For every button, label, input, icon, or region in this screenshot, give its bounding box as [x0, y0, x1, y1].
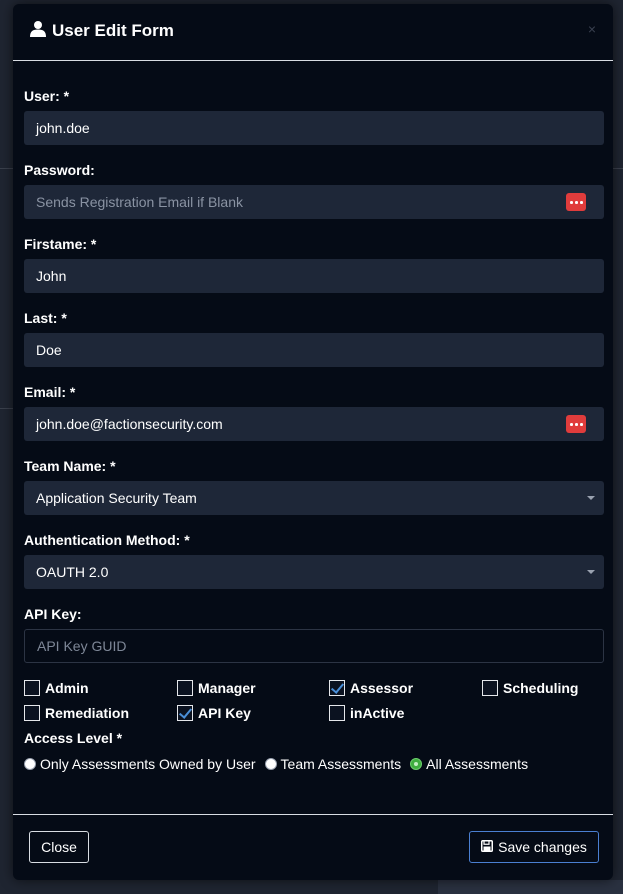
close-button[interactable]: Close: [29, 831, 89, 863]
checkbox[interactable]: [24, 680, 40, 696]
apikey-placeholder: API Key GUID: [37, 638, 127, 654]
role-label: API Key: [198, 705, 251, 721]
team-label: Team Name: *: [24, 458, 116, 474]
user-input[interactable]: john.doe: [24, 111, 604, 145]
role-checkbox-admin[interactable]: Admin: [24, 680, 89, 696]
role-label: Remediation: [45, 705, 130, 721]
save-button-label: Save changes: [498, 839, 587, 855]
role-checkbox-scheduling[interactable]: Scheduling: [482, 680, 578, 696]
background-panel: [438, 880, 623, 894]
lastname-input[interactable]: Doe: [24, 333, 604, 367]
role-checkbox-apikey[interactable]: API Key: [177, 705, 251, 721]
password-manager-icon[interactable]: [566, 415, 586, 433]
checkbox-checked[interactable]: [177, 705, 193, 721]
role-checkbox-manager[interactable]: Manager: [177, 680, 256, 696]
close-icon[interactable]: ×: [585, 22, 599, 36]
checkbox-checked[interactable]: [329, 680, 345, 696]
modal-title: User Edit Form: [30, 20, 174, 42]
checkbox[interactable]: [24, 705, 40, 721]
role-label: Assessor: [350, 680, 414, 696]
email-label: Email: *: [24, 384, 76, 400]
password-placeholder: Sends Registration Email if Blank: [36, 194, 243, 210]
auth-method-select[interactable]: OAUTH 2.0: [24, 555, 604, 589]
team-select[interactable]: Application Security Team: [24, 481, 604, 515]
radio-all-assessments[interactable]: All Assessments: [410, 756, 528, 772]
user-label: User: *: [24, 88, 70, 104]
modal-title-text: User Edit Form: [52, 21, 174, 40]
save-button[interactable]: Save changes: [469, 831, 599, 863]
chevron-down-icon: [587, 496, 595, 500]
checkbox[interactable]: [177, 680, 193, 696]
access-level-radio-group: Only Assessments Owned by User Team Asse…: [24, 756, 537, 772]
background-divider: [613, 168, 623, 169]
email-input[interactable]: john.doe@factionsecurity.com: [24, 407, 604, 441]
background-divider: [0, 168, 13, 169]
radio-button[interactable]: [24, 758, 36, 770]
radio-label: Only Assessments Owned by User: [40, 756, 256, 772]
auth-method-label: Authentication Method: *: [24, 532, 190, 548]
apikey-label: API Key:: [24, 606, 82, 622]
password-input[interactable]: Sends Registration Email if Blank: [24, 185, 604, 219]
team-selected-value: Application Security Team: [36, 490, 197, 506]
password-label: Password:: [24, 162, 95, 178]
firstname-label: Firstame: *: [24, 236, 97, 252]
radio-button-selected[interactable]: [410, 758, 423, 770]
role-label: inActive: [350, 705, 405, 721]
footer-divider: [13, 814, 613, 815]
save-disk-icon: [481, 839, 494, 855]
role-label: Scheduling: [503, 680, 579, 696]
auth-method-selected-value: OAUTH 2.0: [36, 564, 109, 580]
role-checkbox-remediation[interactable]: Remediation: [24, 705, 129, 721]
role-label: Manager: [198, 680, 256, 696]
user-edit-modal: User Edit Form × User: * john.doe Passwo…: [13, 4, 613, 880]
firstname-input[interactable]: John: [24, 259, 604, 293]
role-checkbox-inactive[interactable]: inActive: [329, 705, 404, 721]
radio-owned-by-user[interactable]: Only Assessments Owned by User: [24, 756, 256, 772]
lastname-label: Last: *: [24, 310, 67, 326]
modal-header: User Edit Form ×: [13, 4, 613, 61]
background-divider: [0, 408, 13, 409]
radio-team-assessments[interactable]: Team Assessments: [264, 756, 402, 772]
password-manager-icon[interactable]: [566, 193, 586, 211]
role-checkbox-assessor[interactable]: Assessor: [329, 680, 413, 696]
radio-label: Team Assessments: [280, 756, 402, 772]
radio-button[interactable]: [264, 758, 277, 770]
email-value: john.doe@factionsecurity.com: [36, 416, 223, 432]
radio-label: All Assessments: [426, 756, 529, 772]
role-label: Admin: [45, 680, 89, 696]
chevron-down-icon: [587, 570, 595, 574]
checkbox[interactable]: [329, 705, 345, 721]
access-level-label: Access Level *: [24, 730, 123, 746]
user-icon: [30, 20, 46, 42]
apikey-input[interactable]: API Key GUID: [24, 629, 604, 663]
checkbox[interactable]: [482, 680, 498, 696]
